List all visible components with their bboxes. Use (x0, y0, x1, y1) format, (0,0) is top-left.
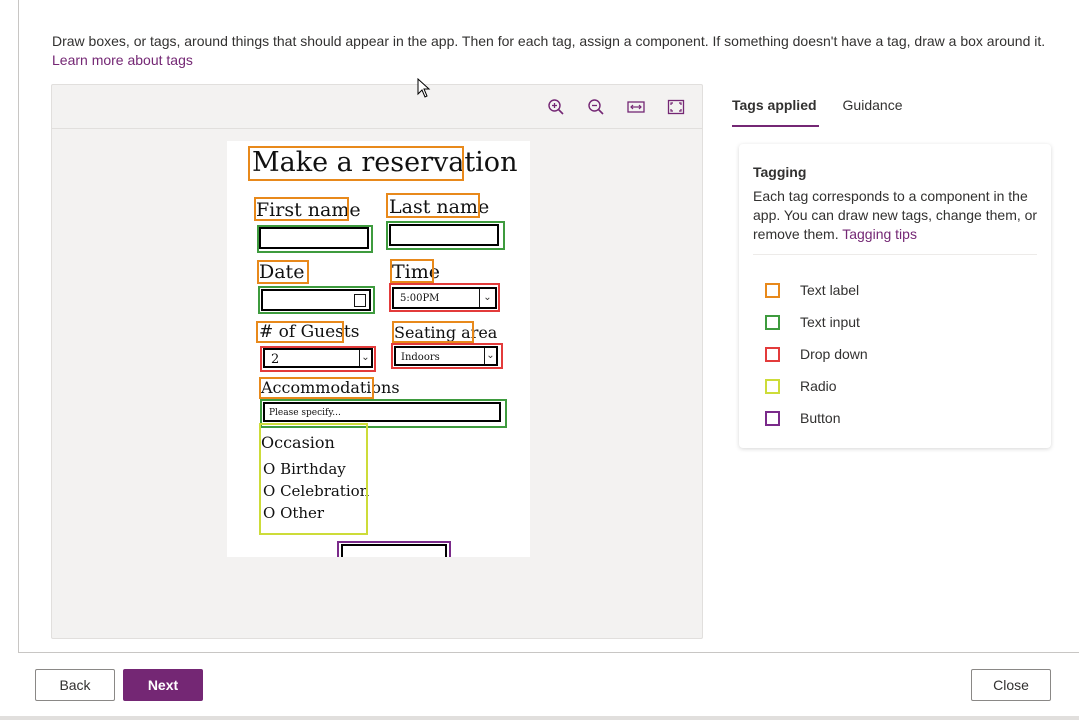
sketch-image: Make a reservation First name Last name … (227, 141, 530, 557)
legend-label: Button (800, 410, 841, 426)
tag-drop-down[interactable] (389, 283, 500, 312)
tab-guidance[interactable]: Guidance (843, 97, 903, 127)
drop-down-swatch-icon (765, 346, 780, 362)
legend-item-text-input: Text input (765, 306, 868, 338)
radio-swatch-icon (765, 378, 780, 394)
canvas-toolbar (52, 85, 702, 129)
close-button[interactable]: Close (971, 669, 1051, 701)
tag-text-label[interactable] (248, 146, 464, 181)
legend-item-text-label: Text label (765, 274, 868, 306)
legend-item-button: Button (765, 402, 868, 434)
tag-text-label[interactable] (390, 259, 434, 283)
side-panel-tabs: Tags applied Guidance (732, 97, 902, 127)
legend-label: Drop down (800, 346, 868, 362)
zoom-out-icon[interactable] (586, 97, 606, 117)
text-input-swatch-icon (765, 314, 780, 330)
legend-label: Text input (800, 314, 860, 330)
tagging-card: Tagging Each tag corresponds to a compon… (739, 144, 1051, 448)
tag-text-input[interactable] (258, 286, 375, 314)
tag-text-label[interactable] (254, 197, 349, 221)
mouse-cursor-icon (417, 78, 431, 98)
tab-tags-applied[interactable]: Tags applied (732, 97, 819, 127)
text-label-swatch-icon (765, 282, 780, 298)
zoom-in-icon[interactable] (546, 97, 566, 117)
legend-label: Text label (800, 282, 860, 298)
tag-text-label[interactable] (257, 260, 309, 284)
fit-page-icon[interactable] (666, 97, 686, 117)
fit-width-icon[interactable] (626, 97, 646, 117)
tag-text-label[interactable] (259, 377, 374, 399)
tagging-tips-link[interactable]: Tagging tips (842, 226, 917, 242)
tag-text-label[interactable] (392, 321, 474, 343)
footer-divider (18, 652, 1079, 653)
tag-radio[interactable] (259, 423, 368, 535)
left-divider (18, 0, 19, 652)
tag-text-label[interactable] (256, 321, 344, 343)
card-title: Tagging (753, 164, 807, 180)
button-swatch-icon (765, 410, 780, 426)
legend-item-radio: Radio (765, 370, 868, 402)
bottom-edge (0, 716, 1079, 720)
intro-text-block: Draw boxes, or tags, around things that … (52, 32, 1062, 70)
tag-drop-down[interactable] (391, 343, 503, 369)
legend-item-drop-down: Drop down (765, 338, 868, 370)
card-divider (753, 254, 1037, 255)
legend-label: Radio (800, 378, 837, 394)
tag-text-label[interactable] (386, 193, 480, 218)
tag-drop-down[interactable] (260, 346, 376, 372)
learn-more-link[interactable]: Learn more about tags (52, 51, 1062, 70)
back-button[interactable]: Back (35, 669, 115, 701)
tag-text-input[interactable] (386, 221, 505, 250)
tag-button[interactable] (337, 541, 451, 557)
card-description: Each tag corresponds to a component in t… (753, 187, 1043, 244)
intro-text: Draw boxes, or tags, around things that … (52, 33, 1046, 49)
tag-text-input[interactable] (257, 225, 373, 253)
tag-legend: Text label Text input Drop down Radio Bu… (765, 274, 868, 434)
next-button[interactable]: Next (123, 669, 203, 701)
image-canvas-panel[interactable]: Make a reservation First name Last name … (51, 84, 703, 639)
